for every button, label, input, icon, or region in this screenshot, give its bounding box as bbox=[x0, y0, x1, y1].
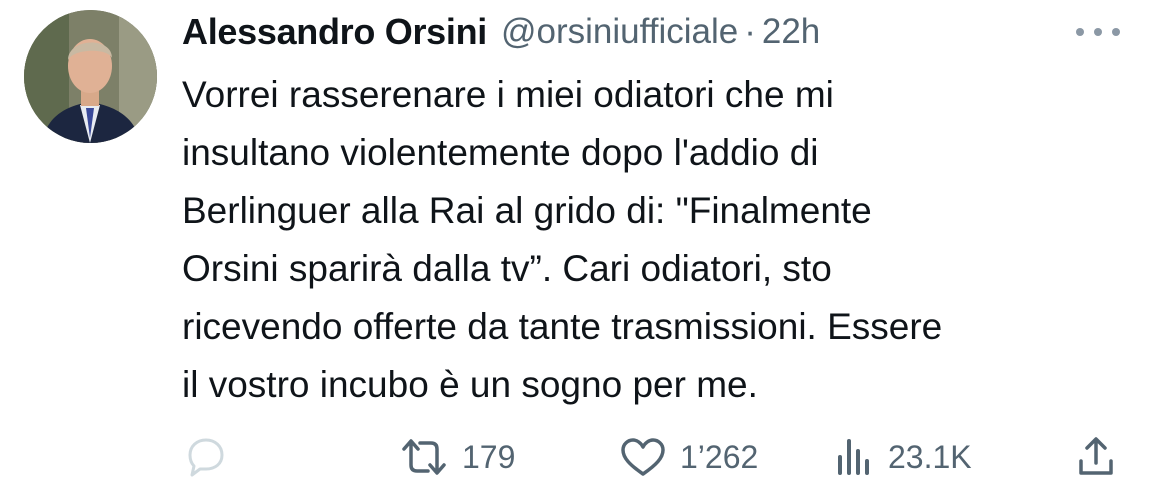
tweet-header: Alessandro Orsini @orsiniufficiale · 22h bbox=[182, 8, 820, 56]
retweet-count: 179 bbox=[462, 438, 516, 475]
dot-3 bbox=[1112, 28, 1120, 36]
reply-button[interactable] bbox=[182, 432, 230, 482]
tweet-text: Vorrei rasserenare i miei odiatori che m… bbox=[182, 74, 943, 405]
views-button[interactable]: 23.1K bbox=[832, 432, 972, 482]
avatar[interactable] bbox=[24, 10, 157, 143]
share-icon bbox=[1079, 437, 1113, 475]
separator-dot: · bbox=[744, 12, 756, 51]
retweet-icon bbox=[402, 439, 446, 475]
heart-icon bbox=[621, 438, 665, 476]
dot-1 bbox=[1076, 28, 1084, 36]
views-bar-chart-icon bbox=[838, 439, 869, 475]
more-dots-icon[interactable] bbox=[1076, 18, 1120, 46]
handle[interactable]: @orsiniufficiale bbox=[501, 12, 738, 52]
share-button[interactable] bbox=[1074, 432, 1118, 482]
retweet-button[interactable]: 179 bbox=[398, 432, 515, 482]
like-count: 1’262 bbox=[680, 438, 759, 475]
dot-2 bbox=[1094, 28, 1102, 36]
timestamp[interactable]: 22h bbox=[762, 12, 820, 52]
like-button[interactable]: 1’262 bbox=[618, 432, 758, 482]
action-bar: 179 1’262 23.1K bbox=[182, 432, 1122, 482]
display-name[interactable]: Alessandro Orsini bbox=[182, 11, 487, 53]
reply-icon bbox=[188, 438, 224, 477]
view-count: 23.1K bbox=[888, 438, 972, 475]
avatar-photo bbox=[24, 10, 157, 143]
